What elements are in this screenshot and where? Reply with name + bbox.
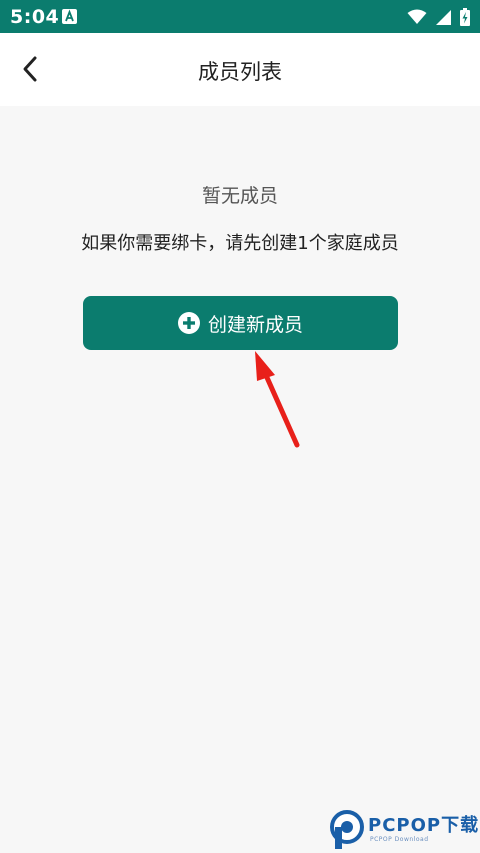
battery-icon [460, 8, 470, 26]
pcpop-logo-icon [330, 809, 364, 849]
wifi-icon [407, 9, 427, 24]
watermark: PCPOP下载 PCPOP Download [330, 806, 480, 853]
page-title: 成员列表 [198, 60, 282, 84]
notification-app-icon [62, 9, 77, 24]
status-icons [407, 7, 470, 27]
empty-state-title: 暂无成员 [201, 185, 278, 207]
create-member-label: 创建新成员 [207, 313, 303, 336]
create-member-button[interactable]: 创建新成员 [83, 296, 398, 350]
plus-circle-icon [177, 312, 200, 334]
status-time: 5:04 [10, 6, 60, 28]
status-bar: 5:04 [0, 0, 480, 33]
app-bar: 成员列表 [0, 33, 480, 106]
watermark-main-text: PCPOP下载 [368, 814, 480, 836]
watermark-sub-text: PCPOP Download [370, 835, 429, 843]
cell-signal-icon [436, 9, 451, 25]
empty-state-description: 如果你需要绑卡，请先创建1个家庭成员 [81, 233, 399, 254]
annotation-arrow-icon [255, 351, 300, 448]
